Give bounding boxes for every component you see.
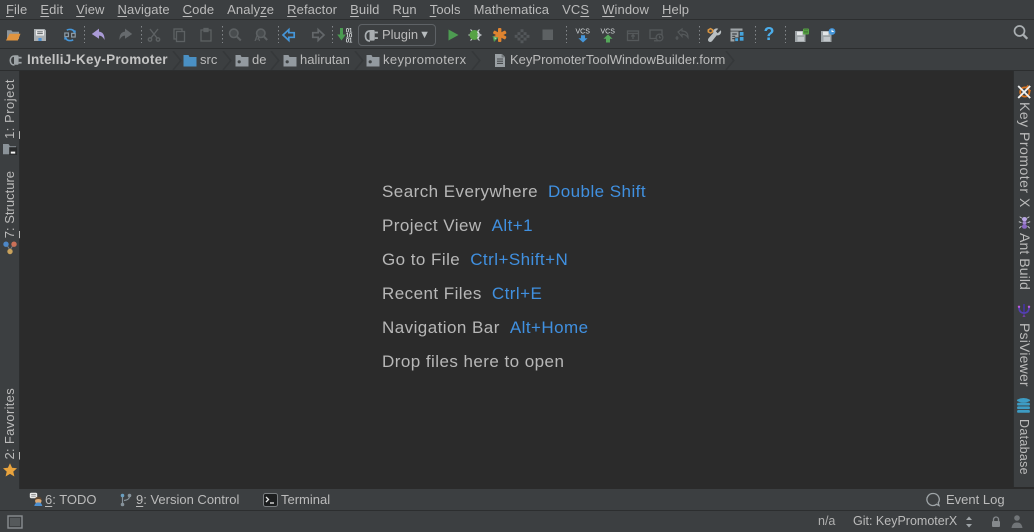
svg-text:01: 01 — [346, 38, 353, 44]
svg-text:A: A — [254, 33, 260, 43]
svg-text:VCS: VCS — [601, 29, 616, 36]
svg-text:VCS: VCS — [576, 29, 591, 36]
